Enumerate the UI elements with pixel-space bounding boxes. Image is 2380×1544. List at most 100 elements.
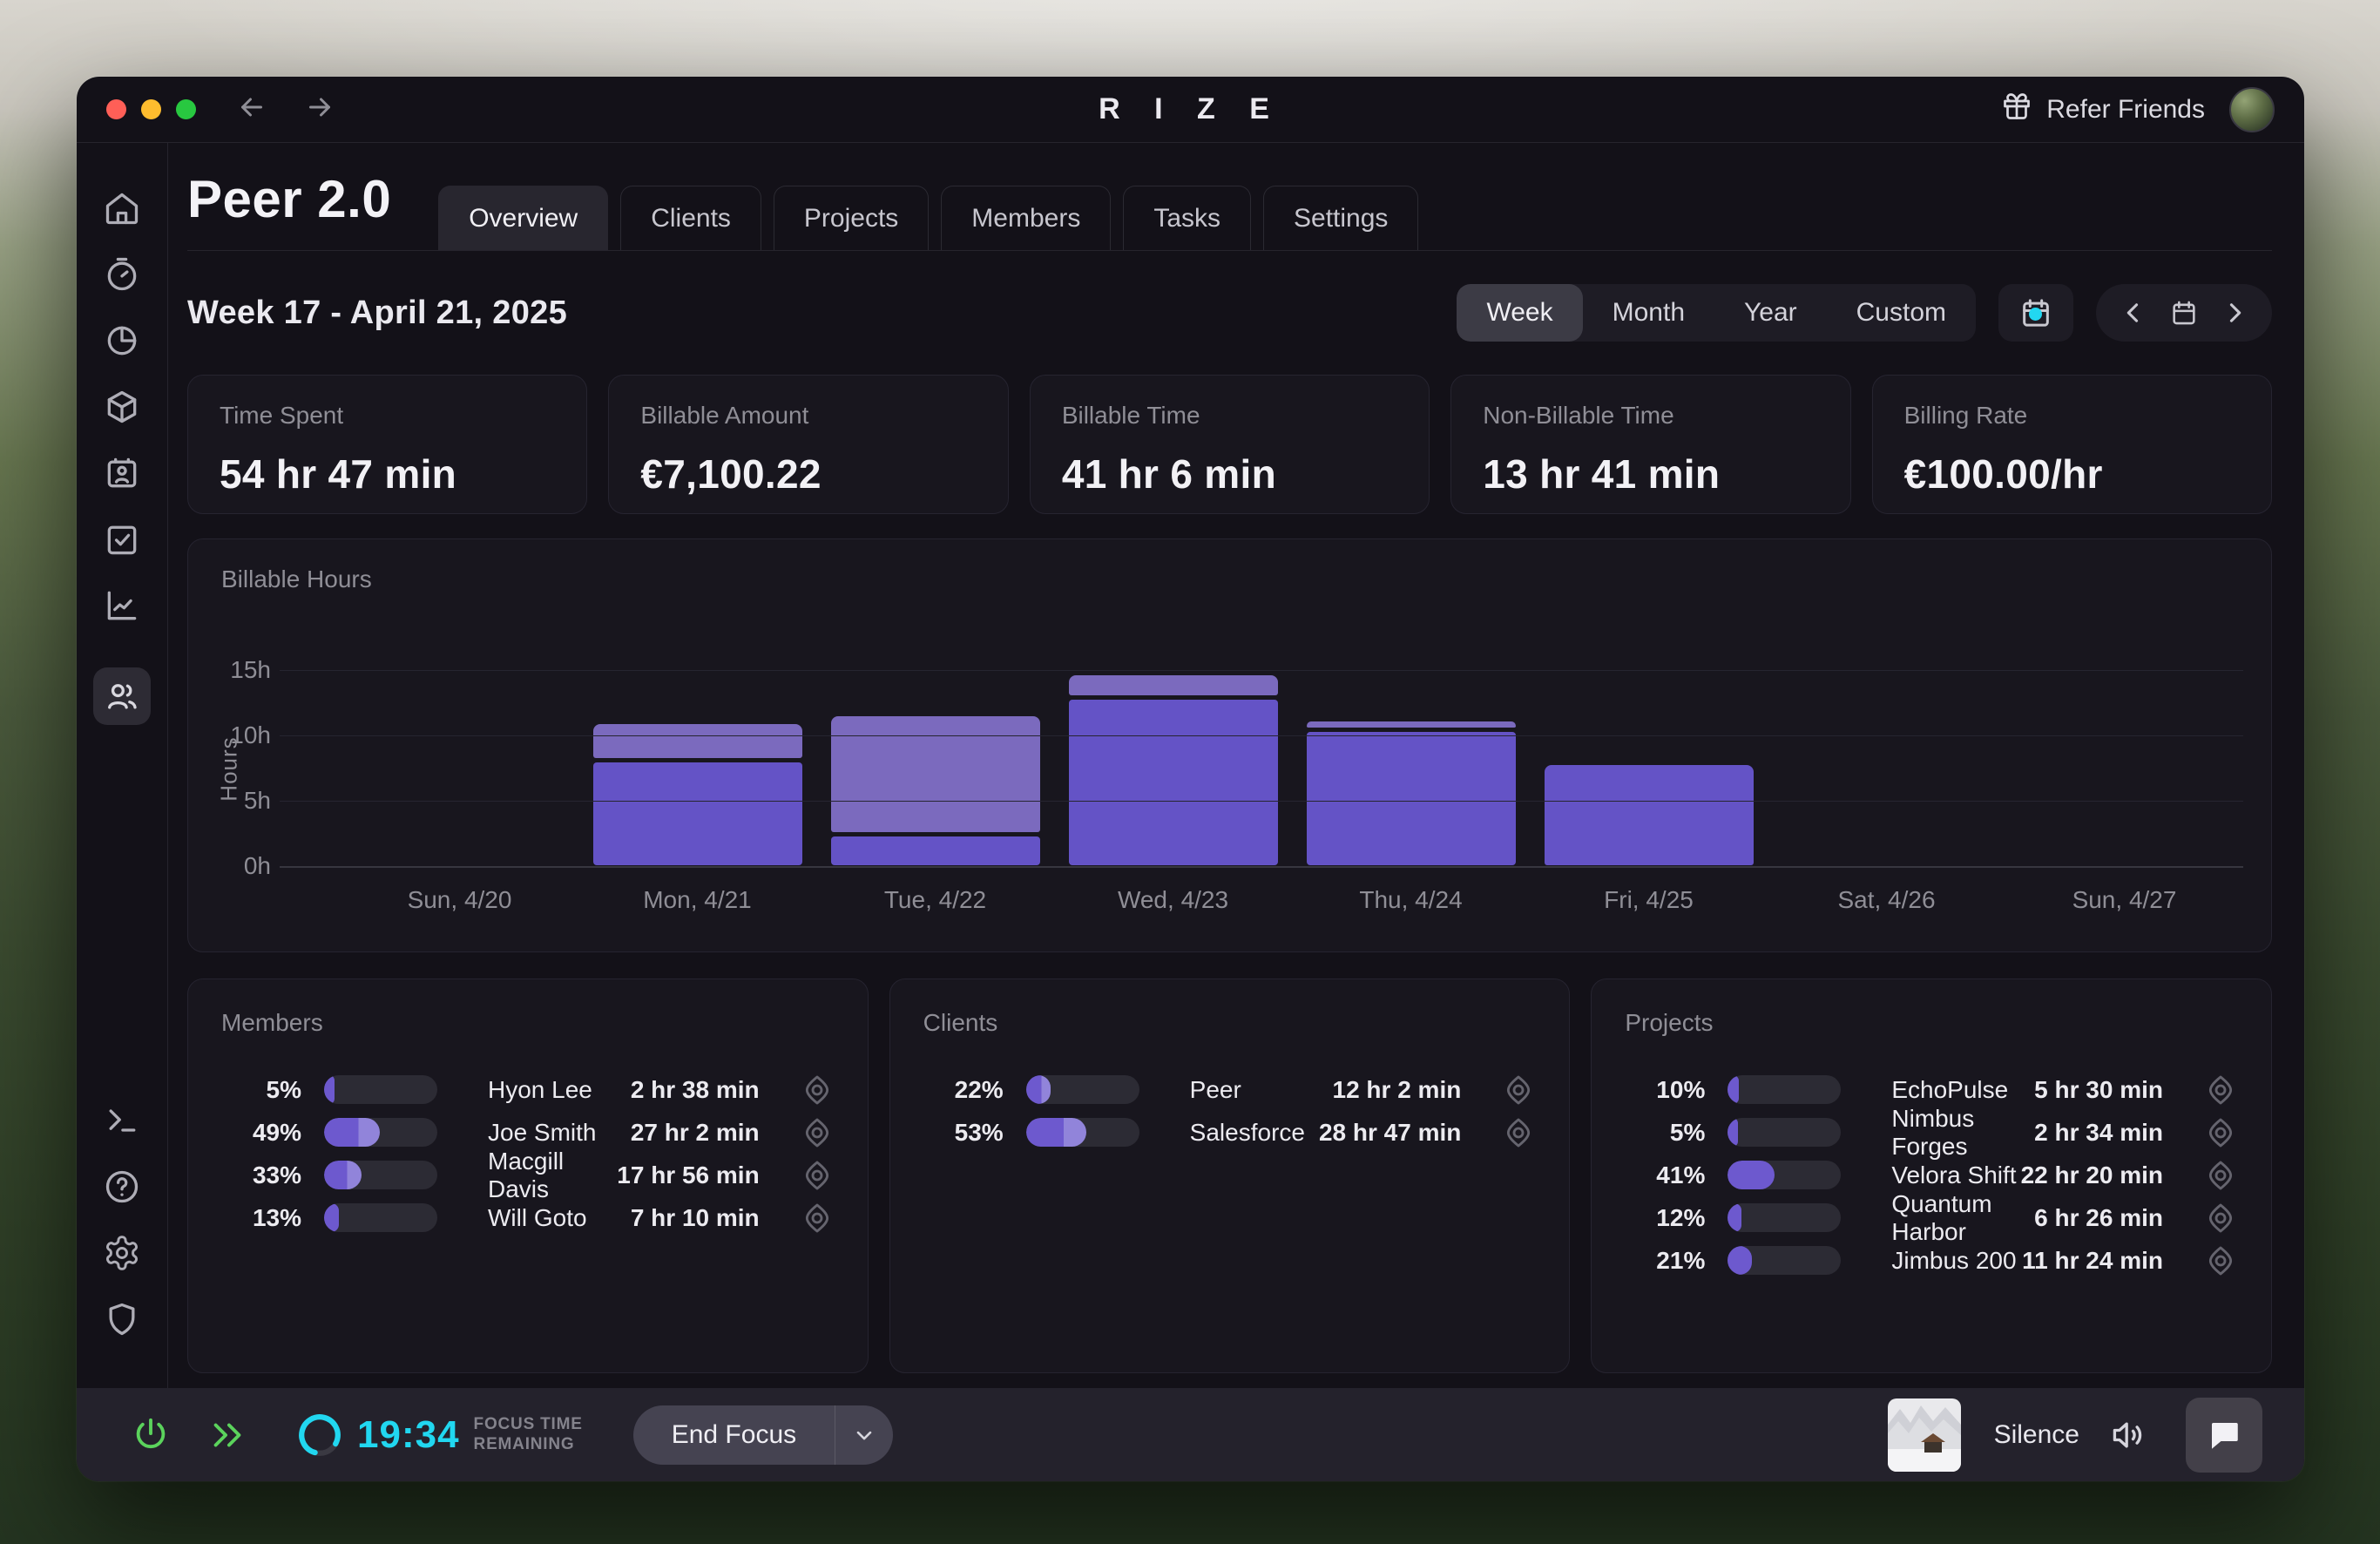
progress-fill [1728, 1161, 1774, 1189]
page-header: Peer 2.0 OverviewClientsProjectsMembersT… [187, 143, 2272, 251]
visibility-eye-icon[interactable] [2203, 1158, 2238, 1193]
members-row: 5%Hyon Lee2 hr 38 min [221, 1068, 835, 1111]
bar-segment-dark [1545, 765, 1754, 866]
end-focus-menu-button[interactable] [835, 1405, 893, 1465]
line-chart-icon[interactable] [93, 577, 151, 634]
tasks-check-icon[interactable] [93, 511, 151, 568]
percent-value: 22% [923, 1076, 1004, 1104]
visibility-eye-icon[interactable] [2203, 1201, 2238, 1236]
bar-Thu, 4/24[interactable] [1307, 721, 1516, 866]
x-axis-label: Sun, 4/20 [341, 886, 578, 914]
skip-forward-icon[interactable] [207, 1415, 247, 1455]
previous-period-button[interactable] [2108, 284, 2159, 342]
home-icon[interactable] [93, 179, 151, 237]
stat-label: Billing Rate [1904, 402, 2240, 430]
visibility-eye-icon[interactable] [1501, 1073, 1536, 1107]
time-value: 5 hr 30 min [2034, 1076, 2163, 1104]
gridline [280, 670, 2243, 671]
stat-card-time-spent: Time Spent 54 hr 47 min [187, 375, 587, 514]
x-axis-label: Tue, 4/22 [816, 886, 1054, 914]
titlebar: R I Z E Refer Friends [77, 77, 2304, 143]
chart-slot [1054, 670, 1292, 866]
chat-bubble-icon [2206, 1417, 2242, 1453]
visibility-eye-icon[interactable] [800, 1073, 835, 1107]
tab-clients[interactable]: Clients [620, 186, 761, 250]
calendar-notification-button[interactable] [1998, 284, 2073, 342]
chart-slot [816, 670, 1054, 866]
chart-slot [1530, 670, 1768, 866]
next-period-button[interactable] [2209, 284, 2260, 342]
cube-icon[interactable] [93, 378, 151, 436]
projects-name: EchoPulse [1891, 1076, 2034, 1104]
y-axis-tick: 15h [201, 656, 271, 684]
visibility-eye-icon[interactable] [2203, 1243, 2238, 1278]
visibility-eye-icon[interactable] [800, 1115, 835, 1150]
close-window-button[interactable] [106, 99, 126, 119]
bar-segment-light [831, 716, 1040, 833]
progress-fill [324, 1203, 339, 1232]
forward-arrow-icon[interactable] [304, 91, 335, 127]
visibility-eye-icon[interactable] [800, 1158, 835, 1193]
visibility-eye-icon[interactable] [1501, 1115, 1536, 1150]
power-icon[interactable] [131, 1415, 171, 1455]
focus-timer-label-line2: REMAINING [474, 1435, 583, 1455]
bar-Fri, 4/25[interactable] [1545, 765, 1754, 866]
bar-segment-dark [1307, 732, 1516, 865]
tab-members[interactable]: Members [941, 186, 1111, 250]
stat-label: Time Spent [220, 402, 555, 430]
speaker-icon[interactable] [2109, 1416, 2147, 1454]
zoom-window-button[interactable] [176, 99, 196, 119]
visibility-eye-icon[interactable] [800, 1201, 835, 1236]
progress-pill [1728, 1118, 1841, 1147]
progress-pill [324, 1161, 437, 1189]
back-arrow-icon[interactable] [236, 91, 267, 127]
tab-overview[interactable]: Overview [438, 186, 608, 250]
bar-segment-dark [1069, 700, 1278, 866]
range-option-month[interactable]: Month [1583, 284, 1714, 342]
tab-tasks[interactable]: Tasks [1123, 186, 1251, 250]
percent-value: 41% [1625, 1161, 1705, 1189]
shield-icon[interactable] [93, 1290, 151, 1348]
tab-settings[interactable]: Settings [1263, 186, 1418, 250]
user-avatar[interactable] [2229, 87, 2275, 132]
chart-title: Billable Hours [221, 565, 372, 593]
date-picker-button[interactable] [2159, 284, 2209, 342]
bar-Tue, 4/22[interactable] [831, 716, 1040, 866]
visibility-eye-icon[interactable] [2203, 1115, 2238, 1150]
progress-pill [324, 1118, 437, 1147]
bar-Mon, 4/21[interactable] [593, 724, 802, 866]
app-window: R I Z E Refer Friends [77, 77, 2304, 1481]
tab-projects[interactable]: Projects [774, 186, 929, 250]
chart-slot [341, 670, 578, 866]
refer-friends-button[interactable]: Refer Friends [2001, 91, 2205, 129]
terminal-icon[interactable] [93, 1092, 151, 1149]
projects-name: Nimbus Forges [1891, 1105, 2034, 1161]
members-name: Macgill Davis [488, 1148, 617, 1203]
soundscape-thumbnail[interactable] [1888, 1398, 1961, 1472]
x-axis-label: Fri, 4/25 [1530, 886, 1768, 914]
pie-chart-icon[interactable] [93, 312, 151, 369]
timer-icon[interactable] [93, 246, 151, 303]
billable-hours-chart: Billable Hours Hours 15h10h5h0h Sun, 4/2… [187, 538, 2272, 952]
end-focus-button[interactable]: End Focus [633, 1405, 835, 1465]
members-row: 33%Macgill Davis17 hr 56 min [221, 1154, 835, 1196]
percent-value: 13% [221, 1204, 301, 1232]
settings-gear-icon[interactable] [93, 1224, 151, 1282]
contact-card-icon[interactable] [93, 444, 151, 502]
range-option-week[interactable]: Week [1457, 284, 1582, 342]
progress-pill [324, 1075, 437, 1104]
team-icon[interactable] [93, 667, 151, 725]
progress-pill [1728, 1203, 1841, 1232]
chevron-down-icon [852, 1423, 876, 1447]
visibility-eye-icon[interactable] [2203, 1073, 2238, 1107]
y-axis-tick: 10h [201, 721, 271, 749]
help-icon[interactable] [93, 1158, 151, 1216]
range-option-custom[interactable]: Custom [1827, 284, 1976, 342]
range-option-year[interactable]: Year [1714, 284, 1827, 342]
minimize-window-button[interactable] [141, 99, 161, 119]
bar-Wed, 4/23[interactable] [1069, 675, 1278, 865]
stat-value: 54 hr 47 min [220, 450, 555, 498]
clients-row: 53%Salesforce28 hr 47 min [923, 1111, 1537, 1154]
stat-card-billable-time: Billable Time 41 hr 6 min [1030, 375, 1430, 514]
chat-bubble-button[interactable] [2186, 1398, 2262, 1473]
